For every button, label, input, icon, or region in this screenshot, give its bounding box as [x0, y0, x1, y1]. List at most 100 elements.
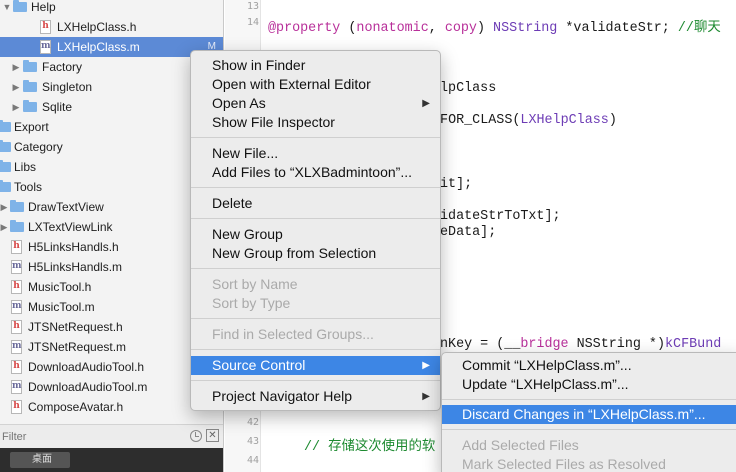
header-file-icon: h — [11, 280, 22, 294]
code-fragment: eData]; — [440, 225, 497, 240]
submenu-arrow-icon: ▶ — [422, 98, 430, 109]
implementation-file-icon: m — [11, 380, 22, 394]
menu-separator — [191, 349, 440, 350]
nav-row-label: H5LinksHandls.h — [28, 240, 119, 254]
menu-item-sort-by-name: Sort by Name — [212, 276, 298, 292]
implementation-file-icon: m — [11, 340, 22, 354]
nav-row-file[interactable]: h LXHelpClass.h — [0, 17, 223, 37]
nav-row-label: LXHelpClass.m — [57, 40, 140, 54]
nav-row-label: Help — [31, 0, 56, 14]
menu-item-update[interactable]: Update “LXHelpClass.m”... — [442, 375, 736, 394]
folder-icon — [0, 140, 11, 152]
recent-files-icon[interactable] — [190, 430, 202, 442]
menu-separator — [191, 218, 440, 219]
dock-strip: 桌面 — [0, 448, 223, 472]
menu-item-show-in-finder[interactable]: Show in Finder — [191, 56, 440, 75]
nav-row-label: Libs — [14, 160, 37, 174]
menu-item-open-as[interactable]: Open As ▶ — [191, 94, 440, 113]
line-number: 44 — [246, 455, 259, 466]
line-number: 14 — [246, 17, 259, 28]
menu-item-add-files[interactable]: Add Files to “XLXBadmintoon”... — [191, 163, 440, 182]
nav-row-label: DownloadAudioTool.h — [28, 360, 145, 374]
menu-item-open-external-editor[interactable]: Open with External Editor — [191, 75, 440, 94]
nav-row-label: Factory — [42, 60, 83, 74]
header-file-icon: h — [11, 360, 22, 374]
menu-item-project-navigator-help[interactable]: Project Navigator Help ▶ — [191, 387, 440, 406]
implementation-file-icon: m — [40, 40, 51, 54]
implementation-file-icon: m — [11, 260, 22, 274]
code-fragment: it]; — [440, 177, 473, 192]
submenu-arrow-icon: ▶ — [422, 391, 430, 402]
menu-item-add-selected-files: Add Selected Files — [462, 437, 579, 453]
filter-bar: ✕ — [0, 424, 223, 448]
menu-separator — [442, 429, 736, 430]
menu-item-new-group[interactable]: New Group — [191, 225, 440, 244]
menu-separator — [191, 318, 440, 319]
nav-row-help[interactable]: ▼ Help — [0, 0, 223, 17]
menu-item-new-group-from-selection[interactable]: New Group from Selection — [191, 244, 440, 263]
disclosure-closed-icon[interactable]: ▶ — [0, 217, 9, 237]
disclosure-closed-icon[interactable]: ▶ — [11, 77, 21, 97]
menu-item-discard-changes[interactable]: Discard Changes in “LXHelpClass.m”... — [442, 405, 736, 424]
disclosure-closed-icon[interactable]: ▶ — [11, 97, 21, 117]
folder-icon — [0, 180, 11, 192]
folder-icon — [10, 220, 24, 232]
context-menu: Show in Finder Open with External Editor… — [190, 50, 441, 411]
desktop-item[interactable]: 桌面 — [10, 452, 70, 468]
header-file-icon: h — [11, 320, 22, 334]
folder-icon — [23, 100, 37, 112]
nav-row-label: H5LinksHandls.m — [28, 260, 123, 274]
folder-icon — [23, 80, 37, 92]
code-fragment: _FOR_CLASS(LXHelpClass) — [432, 113, 617, 128]
line-number: 42 — [246, 417, 259, 428]
menu-separator — [191, 137, 440, 138]
line-number: 43 — [246, 436, 259, 447]
menu-item-new-file[interactable]: New File... — [191, 144, 440, 163]
header-file-icon: h — [11, 240, 22, 254]
submenu-arrow-icon: ▶ — [422, 360, 430, 371]
folder-icon — [0, 160, 11, 172]
nav-row-label: Category — [14, 140, 63, 154]
nav-row-label: DownloadAudioTool.m — [28, 380, 148, 394]
folder-icon — [23, 60, 37, 72]
menu-item-show-file-inspector[interactable]: Show File Inspector — [191, 113, 440, 132]
code-fragment: idateStrToTxt]; — [440, 209, 561, 224]
nav-row-label: Tools — [14, 180, 43, 194]
nav-row-label: Singleton — [42, 80, 93, 94]
menu-separator — [191, 380, 440, 381]
header-file-icon: h — [11, 400, 22, 414]
nav-row-label: JTSNetRequest.h — [28, 320, 123, 334]
code-comment: // 存储这次使用的软 — [304, 440, 436, 455]
code-line-property: @property (nonatomic, copy) NSString *va… — [268, 21, 721, 36]
code-fragment: lpClass — [440, 81, 497, 96]
implementation-file-icon: m — [11, 300, 22, 314]
nav-row-label: Export — [14, 120, 49, 134]
disclosure-closed-icon[interactable]: ▶ — [11, 57, 21, 77]
menu-separator — [442, 399, 736, 400]
menu-item-sort-by-type: Sort by Type — [212, 295, 291, 311]
folder-icon — [10, 200, 24, 212]
nav-row-label: MusicTool.h — [28, 280, 92, 294]
nav-row-label: JTSNetRequest.m — [28, 340, 127, 354]
menu-item-mark-resolved: Mark Selected Files as Resolved — [462, 456, 666, 472]
nav-row-label: Sqlite — [42, 100, 73, 114]
source-control-submenu: Commit “LXHelpClass.m”... Update “LXHelp… — [441, 352, 736, 472]
menu-item-commit[interactable]: Commit “LXHelpClass.m”... — [442, 356, 736, 375]
filter-input[interactable] — [0, 428, 180, 445]
menu-item-delete[interactable]: Delete — [191, 194, 440, 213]
line-number: 13 — [246, 1, 259, 12]
folder-icon — [0, 120, 11, 132]
folder-icon — [13, 0, 27, 12]
nav-row-label: DrawTextView — [28, 200, 104, 214]
nav-row-label: LXHelpClass.h — [57, 20, 137, 34]
menu-separator — [191, 268, 440, 269]
nav-row-label: ComposeAvatar.h — [28, 400, 124, 414]
menu-item-source-control[interactable]: Source Control ▶ — [191, 356, 440, 375]
menu-separator — [191, 187, 440, 188]
disclosure-open-icon[interactable]: ▼ — [2, 0, 12, 17]
close-box-icon[interactable]: ✕ — [206, 429, 219, 442]
code-fragment: nKey = (__bridge NSString *)kCFBund — [440, 337, 722, 352]
header-file-icon: h — [40, 20, 51, 34]
disclosure-closed-icon[interactable]: ▶ — [0, 197, 9, 217]
nav-row-label: LXTextViewLink — [28, 220, 113, 234]
